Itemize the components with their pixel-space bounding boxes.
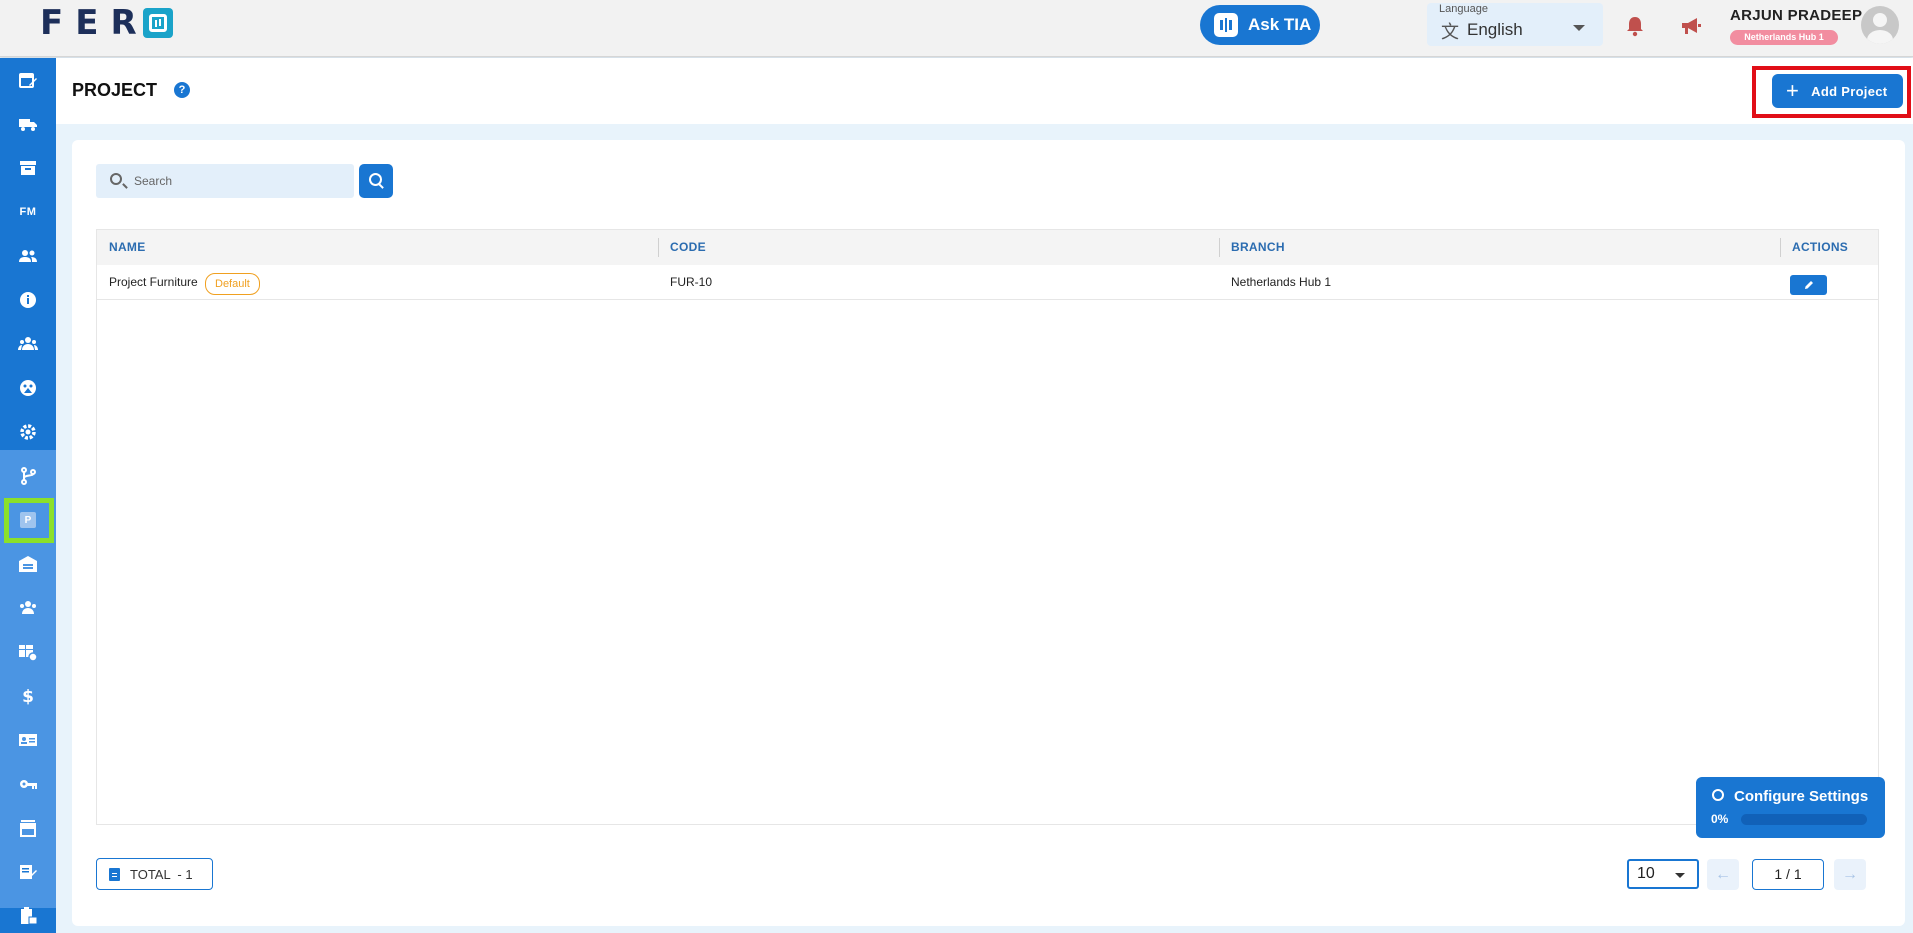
sidebar-item-people[interactable] bbox=[0, 234, 56, 278]
groups-icon bbox=[18, 337, 38, 350]
column-divider bbox=[1780, 238, 1781, 257]
page-size-value: 10 bbox=[1637, 865, 1655, 882]
sidebar-item-dashboard[interactable] bbox=[0, 366, 56, 410]
total-count-label: TOTAL - 1 bbox=[130, 866, 193, 882]
sidebar-item-groups[interactable] bbox=[0, 322, 56, 366]
configure-settings-widget[interactable]: Configure Settings 0% bbox=[1696, 777, 1885, 838]
sidebar-item-fm[interactable]: FM bbox=[0, 190, 56, 234]
team-icon bbox=[20, 601, 36, 614]
sidebar-item-team[interactable] bbox=[0, 586, 56, 630]
table-header: NAME CODE BRANCH ACTIONS bbox=[97, 230, 1878, 265]
chevron-down-icon bbox=[1675, 873, 1685, 878]
default-badge: Default bbox=[205, 273, 260, 295]
sidebar-item-settings[interactable] bbox=[0, 410, 56, 454]
settings-icon bbox=[20, 424, 36, 440]
logo-o-mark bbox=[142, 8, 173, 38]
table-settings-icon bbox=[19, 645, 38, 662]
total-count-button[interactable]: TOTAL - 1 bbox=[96, 858, 213, 890]
sidebar-item-workflow[interactable] bbox=[0, 454, 56, 498]
sidebar-item-info[interactable] bbox=[0, 278, 56, 322]
sidebar-item-warehouse[interactable] bbox=[0, 542, 56, 586]
column-header-name[interactable]: NAME bbox=[109, 230, 146, 265]
table-row[interactable]: Project Furniture Default FUR-10 Netherl… bbox=[97, 265, 1878, 300]
configure-settings-progress-text: 0% bbox=[1711, 812, 1729, 826]
user-name: ARJUN PRADEEP bbox=[1730, 7, 1863, 24]
sidebar-item-clipboard[interactable] bbox=[0, 894, 56, 933]
column-header-code[interactable]: CODE bbox=[670, 230, 706, 265]
sidebar: FM P $ bbox=[0, 58, 56, 933]
add-project-button[interactable]: + Add Project bbox=[1772, 74, 1903, 108]
notification-bell-icon[interactable] bbox=[1625, 15, 1645, 37]
announcement-megaphone-icon[interactable] bbox=[1680, 16, 1702, 36]
edit-note-icon bbox=[20, 865, 37, 879]
page-indicator: 1 / 1 bbox=[1752, 859, 1824, 890]
column-divider bbox=[658, 238, 659, 257]
store-icon bbox=[20, 820, 36, 837]
ask-tia-label: Ask TIA bbox=[1248, 15, 1312, 34]
svg-text:$: $ bbox=[22, 687, 34, 706]
search-field[interactable] bbox=[96, 164, 354, 198]
search-button[interactable] bbox=[359, 164, 393, 198]
archive-icon bbox=[20, 161, 36, 175]
id-card-icon bbox=[19, 734, 37, 746]
avatar[interactable] bbox=[1861, 6, 1899, 44]
help-icon[interactable]: ? bbox=[174, 82, 190, 98]
edit-button[interactable] bbox=[1790, 275, 1827, 295]
warehouse-icon bbox=[19, 556, 37, 572]
info-icon bbox=[20, 292, 36, 308]
configure-settings-progress-bar bbox=[1741, 814, 1867, 825]
sidebar-item-id-card[interactable] bbox=[0, 718, 56, 762]
cell-project-name: Project Furniture bbox=[109, 275, 198, 289]
ask-tia-button[interactable]: Ask TIA bbox=[1200, 5, 1320, 45]
language-select[interactable]: Language 文 English bbox=[1427, 3, 1603, 46]
delivery-truck-icon bbox=[19, 119, 37, 131]
column-header-branch[interactable]: BRANCH bbox=[1231, 230, 1285, 265]
sidebar-item-store[interactable] bbox=[0, 806, 56, 850]
search-input[interactable] bbox=[134, 164, 344, 198]
language-value: English bbox=[1467, 20, 1523, 39]
search-icon bbox=[110, 173, 122, 185]
chevron-down-icon bbox=[1573, 25, 1585, 31]
projects-table: NAME CODE BRANCH ACTIONS Project Furnitu… bbox=[96, 229, 1879, 825]
people-icon bbox=[19, 250, 37, 262]
project-highlight-box bbox=[4, 498, 54, 543]
plus-icon: + bbox=[1786, 78, 1800, 103]
sidebar-item-notes[interactable] bbox=[0, 850, 56, 894]
dollar-icon: $ bbox=[22, 687, 34, 706]
sidebar-item-shipments[interactable] bbox=[0, 102, 56, 146]
pencil-icon bbox=[1804, 281, 1813, 289]
prev-page-button[interactable]: ← bbox=[1707, 859, 1739, 890]
document-icon bbox=[109, 867, 120, 881]
top-bar: FER Ask TIA Language 文 English ARJUN PRA… bbox=[0, 0, 1913, 57]
clipboard-lock-icon bbox=[21, 907, 38, 925]
page-size-select[interactable]: 10 bbox=[1627, 859, 1699, 889]
page-header: PROJECT ? bbox=[56, 58, 1913, 124]
sidebar-item-calendar[interactable] bbox=[0, 58, 56, 102]
fero-logo[interactable]: FER bbox=[40, 3, 173, 43]
sidebar-item-table-config[interactable] bbox=[0, 630, 56, 674]
sidebar-item-keys[interactable] bbox=[0, 762, 56, 806]
cell-project-code: FUR-10 bbox=[670, 275, 713, 289]
voice-wave-icon bbox=[1214, 13, 1238, 37]
circle-status-icon bbox=[1712, 789, 1724, 801]
translate-icon: 文 bbox=[1441, 22, 1459, 42]
page-title: PROJECT bbox=[72, 80, 158, 100]
column-header-actions: ACTIONS bbox=[1792, 240, 1849, 254]
language-caption: Language bbox=[1439, 3, 1488, 15]
sidebar-item-billing[interactable]: $ bbox=[0, 674, 56, 718]
column-divider bbox=[1219, 238, 1220, 257]
branch-fork-icon bbox=[21, 467, 36, 485]
logo-text: FER bbox=[40, 3, 149, 43]
fm-text-icon: FM bbox=[19, 206, 37, 218]
configure-settings-label: Configure Settings bbox=[1734, 788, 1869, 805]
add-project-label: Add Project bbox=[1811, 83, 1888, 99]
dashboard-icon bbox=[20, 380, 36, 396]
next-page-button[interactable]: → bbox=[1834, 859, 1866, 890]
sidebar-item-archive[interactable] bbox=[0, 146, 56, 190]
calendar-edit-icon bbox=[19, 73, 37, 88]
cell-project-branch: Netherlands Hub 1 bbox=[1231, 275, 1332, 289]
key-icon bbox=[20, 780, 37, 789]
user-branch-badge: Netherlands Hub 1 bbox=[1730, 30, 1838, 45]
